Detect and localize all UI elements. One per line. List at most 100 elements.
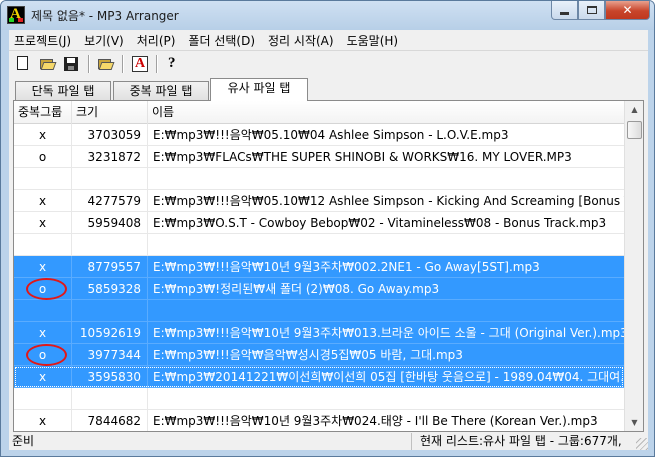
tab-panel: 중복그룹 크기 이름 x 3703059 E:₩mp3₩!!!음악₩05.10₩04…	[13, 100, 644, 432]
list-row[interactable]: x 3595830 E:₩mp3₩20141221₩이선희₩이선희 05집 [한바탕…	[14, 366, 624, 388]
row-group-cell	[14, 234, 72, 256]
menu-start-arrange[interactable]: 정리 시작(A)	[268, 32, 334, 49]
client-area: 프로젝트(J) 보기(V) 처리(P) 폴더 선택(D) 정리 시작(A) 도움…	[9, 30, 648, 450]
help-button[interactable]: ?	[164, 55, 182, 73]
resize-grip[interactable]	[636, 438, 648, 450]
row-size-cell	[72, 234, 148, 256]
row-group-cell: o	[14, 146, 72, 168]
row-size-cell: 3977344	[72, 344, 148, 366]
help-icon: ?	[168, 54, 176, 71]
list-row[interactable]: o 5859328 E:₩mp3₩!정리된₩새 폴더 (2)₩08. Go Away…	[14, 278, 624, 300]
list-header: 중복그룹 크기 이름	[14, 101, 624, 124]
tab-duplicate-files[interactable]: 중복 파일 탭	[113, 81, 209, 101]
row-name-cell: E:₩mp3₩FLACs₩THE SUPER SHINOBI & WORKS₩1…	[153, 150, 572, 164]
row-size-cell: 5959408	[72, 212, 148, 234]
arrow-down-icon: ▼	[631, 418, 638, 427]
row-size-cell	[72, 388, 148, 410]
menu-bar: 프로젝트(J) 보기(V) 처리(P) 폴더 선택(D) 정리 시작(A) 도움…	[9, 30, 648, 50]
annotation-circle	[26, 278, 67, 300]
row-name-cell: E:₩mp3₩!!!음악₩05.10₩04 Ashlee Simpson - L…	[153, 128, 509, 142]
toolbar: A ?	[9, 51, 648, 76]
row-group-cell: x	[14, 190, 72, 212]
list-row[interactable]	[14, 168, 624, 190]
menu-help[interactable]: 도움말(H)	[347, 32, 399, 49]
title-bar[interactable]: A 제목 없음* - MP3 Arranger ✕	[1, 1, 654, 30]
list-row[interactable]: x 8779557 E:₩mp3₩!!!음악₩10년 9월3주차₩002.2NE1 …	[14, 256, 624, 278]
row-group-cell: x	[14, 322, 72, 344]
scroll-up-button[interactable]: ▲	[626, 101, 643, 118]
row-size-cell: 3595830	[72, 366, 148, 388]
list-row[interactable]: x 4277579 E:₩mp3₩!!!음악₩05.10₩12 Ashlee Sim…	[14, 190, 624, 212]
column-header-name[interactable]: 이름	[148, 101, 624, 124]
save-button[interactable]	[62, 55, 80, 73]
row-size-cell: 10592619	[72, 322, 148, 344]
row-name-cell: E:₩mp3₩!!!음악₩10년 9월3주차₩013.브라운 아이드 소울 - …	[153, 326, 624, 340]
list-row[interactable]: x 10592619 E:₩mp3₩!!!음악₩10년 9월3주차₩013.브라운 …	[14, 322, 624, 344]
menu-view[interactable]: 보기(V)	[84, 32, 124, 49]
row-group-cell	[14, 300, 72, 322]
window-title: 제목 없음* - MP3 Arranger	[31, 9, 179, 23]
menu-project[interactable]: 프로젝트(J)	[14, 32, 71, 49]
vertical-scrollbar[interactable]: ▲ ▼	[624, 101, 643, 431]
tab-similar-files[interactable]: 유사 파일 탭	[210, 78, 308, 101]
row-size-cell: 4277579	[72, 190, 148, 212]
list-row[interactable]: o 3231872 E:₩mp3₩FLACs₩THE SUPER SHINOBI &…	[14, 146, 624, 168]
list-row[interactable]: x 7844682 E:₩mp3₩!!!음악₩10년 9월3주차₩024.태양 - …	[14, 410, 624, 431]
row-name-cell	[148, 388, 624, 410]
close-button[interactable]: ✕	[605, 1, 650, 20]
font-icon: A	[132, 55, 148, 72]
toolbar-separator	[122, 54, 124, 73]
font-button[interactable]: A	[130, 55, 148, 73]
row-name-cell: E:₩mp3₩!!!음악₩05.10₩12 Ashlee Simpson - K…	[153, 194, 624, 208]
maximize-icon	[586, 6, 597, 14]
row-name-cell: E:₩mp3₩20141221₩이선희₩이선희 05집 [한바탕 웃음으로] -…	[153, 370, 624, 384]
list-row[interactable]: x 5959408 E:₩mp3₩O.S.T - Cowboy Bebop₩02 -…	[14, 212, 624, 234]
row-name-cell: E:₩mp3₩!!!음악₩10년 9월3주차₩002.2NE1 - Go Awa…	[153, 260, 540, 274]
status-text: 준비	[12, 434, 35, 448]
file-list[interactable]: 중복그룹 크기 이름 x 3703059 E:₩mp3₩!!!음악₩05.10₩04…	[14, 101, 624, 431]
row-group-cell: x	[14, 212, 72, 234]
menu-process[interactable]: 처리(P)	[137, 32, 176, 49]
column-header-size[interactable]: 크기	[72, 101, 148, 124]
row-name-cell	[148, 234, 624, 256]
maximize-button[interactable]	[578, 1, 605, 20]
row-size-cell: 5859328	[72, 278, 148, 300]
list-row[interactable]	[14, 300, 624, 322]
list-row[interactable]	[14, 388, 624, 410]
arrow-up-icon: ▲	[631, 105, 638, 114]
row-group-cell: x	[14, 410, 72, 431]
row-name-cell: E:₩mp3₩!!!음악₩음악₩성시경5집₩05 바람, 그대.mp3	[153, 348, 463, 362]
annotation-circle	[26, 344, 67, 366]
row-size-cell: 3231872	[72, 146, 148, 168]
list-row[interactable]: o 3977344 E:₩mp3₩!!!음악₩음악₩성시경5집₩05 바람, 그대.…	[14, 344, 624, 366]
column-header-group[interactable]: 중복그룹	[14, 101, 72, 124]
minimize-icon	[560, 11, 569, 15]
row-size-cell: 7844682	[72, 410, 148, 431]
row-size-cell: 8779557	[72, 256, 148, 278]
row-name-cell	[148, 168, 624, 190]
select-folder-button[interactable]	[96, 55, 115, 73]
minimize-button[interactable]	[551, 1, 578, 20]
scroll-thumb[interactable]	[627, 121, 642, 139]
list-row[interactable]: x 3703059 E:₩mp3₩!!!음악₩05.10₩04 Ashlee Sim…	[14, 124, 624, 146]
toolbar-separator	[88, 54, 90, 73]
list-row[interactable]	[14, 234, 624, 256]
close-icon: ✕	[622, 3, 633, 17]
row-group-cell	[14, 388, 72, 410]
status-bar: 준비 현재 리스트:유사 파일 탭 - 그룹:677개,	[9, 433, 648, 450]
save-icon	[64, 56, 78, 71]
menu-select-folder[interactable]: 폴더 선택(D)	[188, 32, 255, 49]
row-size-cell	[72, 168, 148, 190]
tab-single-files[interactable]: 단독 파일 탭	[15, 81, 111, 101]
app-window: A 제목 없음* - MP3 Arranger ✕ 프로젝트(J) 보기(V) …	[0, 0, 655, 457]
tab-strip: 단독 파일 탭 중복 파일 탭 유사 파일 탭	[13, 78, 648, 101]
toolbar-separator	[156, 54, 158, 73]
app-icon[interactable]: A	[7, 6, 25, 24]
scroll-down-button[interactable]: ▼	[626, 414, 643, 431]
row-name-cell: E:₩mp3₩!!!음악₩10년 9월3주차₩024.태양 - I'll Be …	[153, 414, 598, 428]
row-group-cell: x	[14, 366, 72, 388]
open-project-button[interactable]	[38, 55, 57, 73]
row-size-cell	[72, 300, 148, 322]
row-name-cell: E:₩mp3₩O.S.T - Cowboy Bebop₩02 - Vitamin…	[153, 216, 607, 230]
new-file-button[interactable]	[14, 55, 32, 73]
